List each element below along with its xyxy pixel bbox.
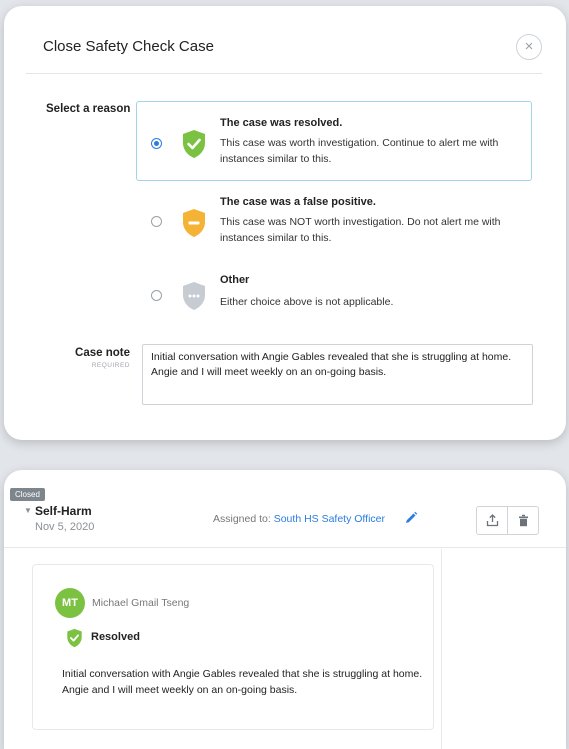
shield-minus-icon (183, 209, 205, 237)
radio-other[interactable] (151, 290, 162, 301)
option-description: This case was worth investigation. Conti… (220, 137, 499, 165)
case-note-required: REQUIRED (91, 362, 130, 369)
option-description: This case was NOT worth investigation. D… (220, 216, 501, 244)
note-author: Michael Gmail Tseng (92, 597, 190, 609)
radio-resolved[interactable] (151, 138, 162, 149)
collapse-caret-icon[interactable]: ▼ (24, 506, 32, 515)
case-header: ▼ Self-Harm Nov 5, 2020 Assigned to: Sou… (4, 498, 566, 548)
case-note-label: Case note (75, 347, 130, 359)
pencil-icon[interactable] (404, 511, 418, 525)
option-title: The case was a false positive. (220, 196, 376, 208)
case-note-card: MT Michael Gmail Tseng Resolved Initial … (32, 564, 434, 730)
select-reason-label: Select a reason (46, 103, 131, 115)
trash-icon (519, 514, 528, 527)
close-case-modal: Close Safety Check Case × Select a reaso… (4, 6, 566, 440)
radio-false-positive[interactable] (151, 216, 162, 227)
modal-header: Close Safety Check Case × (26, 24, 542, 74)
case-note-field[interactable]: Initial conversation with Angie Gables r… (142, 344, 533, 405)
assigned-to: Assigned to: South HS Safety Officer (213, 513, 385, 525)
modal-title: Close Safety Check Case (43, 38, 214, 55)
case-card: Closed ▼ Self-Harm Nov 5, 2020 Assigned … (4, 470, 566, 749)
reason-option-other[interactable]: Other Either choice above is not applica… (136, 263, 532, 321)
shield-check-icon (67, 628, 82, 648)
avatar: MT (55, 588, 85, 618)
note-body: Initial conversation with Angie Gables r… (62, 668, 423, 696)
case-type: Self-Harm (35, 504, 92, 518)
shield-check-icon (183, 130, 205, 158)
reason-option-false-positive[interactable]: The case was a false positive. This case… (136, 184, 532, 256)
delete-button[interactable] (508, 507, 539, 534)
assigned-prefix: Assigned to: (213, 513, 271, 525)
close-icon[interactable]: × (516, 34, 542, 60)
shield-ellipsis-icon (183, 282, 205, 310)
case-date: Nov 5, 2020 (35, 521, 95, 533)
export-button[interactable] (477, 507, 508, 534)
option-description: Either choice above is not applicable. (220, 296, 394, 308)
option-title: Other (220, 274, 250, 286)
resolution-status: Resolved (91, 631, 140, 643)
case-actions (476, 506, 539, 535)
assigned-officer-link[interactable]: South HS Safety Officer (274, 513, 385, 525)
export-icon (486, 514, 499, 527)
option-title: The case was resolved. (220, 117, 343, 129)
panel-divider (441, 549, 442, 749)
reason-option-resolved[interactable]: The case was resolved. This case was wor… (136, 101, 532, 181)
